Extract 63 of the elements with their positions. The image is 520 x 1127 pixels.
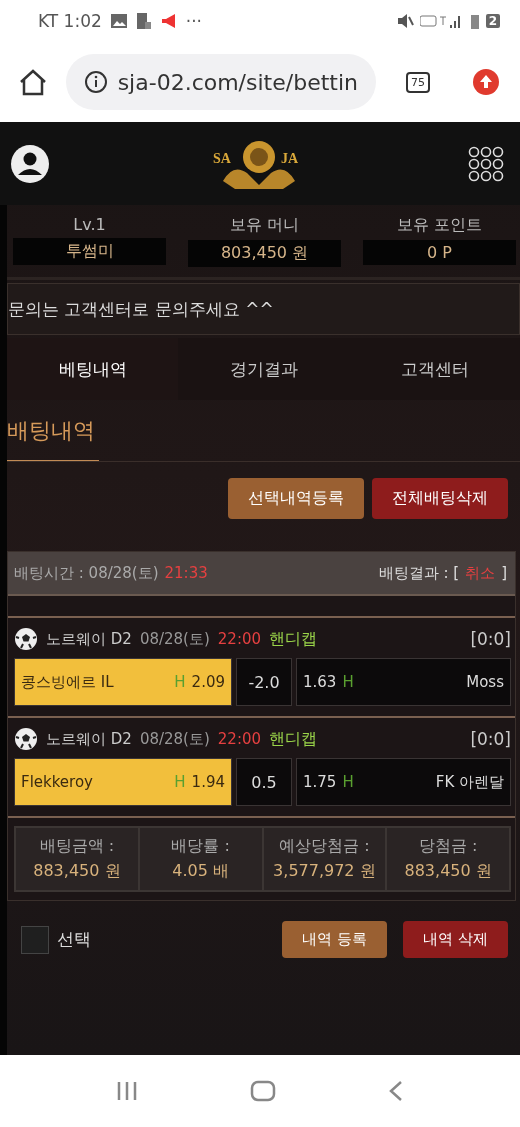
soccer-ball-icon	[14, 727, 38, 751]
select-checkbox[interactable]	[21, 925, 49, 954]
summary-label: 배당률 :	[171, 836, 230, 857]
summary-value: 883,450 원	[33, 861, 121, 882]
away-odds-cell[interactable]: 1.63 H Moss	[296, 658, 511, 706]
tab-count[interactable]: 75	[406, 71, 430, 93]
image-icon	[109, 13, 128, 29]
status-time: KT 1:02	[38, 11, 102, 31]
match-score: [0:0]	[470, 729, 511, 749]
notification-icon	[135, 12, 152, 30]
league-name: 노르웨이 D2	[46, 729, 132, 749]
info-icon	[84, 70, 108, 94]
home-odds-cell[interactable]: Flekkeroy H 1.94	[14, 758, 232, 806]
stat-value: 투썸미	[13, 238, 166, 265]
notice-text: 문의는 고객센터로 문의주세요 ^^	[8, 297, 274, 321]
home-icon[interactable]	[18, 68, 48, 96]
mute-icon	[395, 13, 414, 29]
checkbox-label: 선택	[57, 928, 92, 951]
delete-all-button[interactable]: 전체배팅삭제	[372, 478, 508, 519]
more-notifications: ···	[185, 11, 202, 31]
logo: SA JA	[213, 132, 305, 195]
match-time: 22:00	[217, 730, 262, 748]
bet-result: 취소	[465, 563, 496, 583]
home-button-icon[interactable]	[250, 1080, 276, 1102]
match-date: 08/28(토)	[139, 629, 210, 649]
page-title: 배팅내역	[7, 416, 99, 462]
match-date: 08/28(토)	[139, 729, 210, 749]
register-button[interactable]: 선택내역등록	[228, 478, 364, 519]
menu-icon[interactable]	[468, 145, 504, 182]
nav-tab[interactable]: 고객센터	[349, 338, 520, 400]
home-odds-cell[interactable]: 콩스빙에르 IL H 2.09	[14, 658, 232, 706]
stat-label: 보유 머니	[229, 215, 300, 236]
market-type: 핸디캡	[269, 728, 318, 750]
nav-tab[interactable]: 베팅내역	[7, 338, 178, 400]
bet-result-label: 배팅결과 : [	[378, 563, 460, 583]
battery-icon	[469, 13, 480, 29]
summary-value: 883,450 원	[404, 861, 492, 882]
address-field[interactable]: sja-02.com/site/bettin	[66, 54, 376, 110]
bet-time: 21:33	[164, 564, 208, 582]
sim-badge: 2	[485, 14, 500, 28]
soccer-ball-icon	[14, 627, 38, 651]
bracket: ]	[501, 564, 507, 582]
summary-label: 배팅금액 :	[39, 836, 115, 857]
summary-label: 당첨금 :	[418, 836, 478, 857]
stat-label: 보유 포인트	[396, 215, 483, 236]
market-type: 핸디캡	[269, 628, 318, 650]
stat-value: 803,450 원	[188, 240, 341, 267]
stat-value: 0 P	[363, 240, 516, 265]
nav-tab[interactable]: 경기결과	[178, 338, 349, 400]
bet-time-label: 배팅시간 : 08/28(토)	[14, 563, 159, 583]
stat-label: Lv.1	[73, 215, 106, 234]
delete-button[interactable]: 내역 삭제	[403, 921, 508, 958]
match-time: 22:00	[217, 630, 262, 648]
megaphone-icon	[159, 13, 178, 29]
summary-value: 3,577,972 원	[273, 861, 376, 882]
user-icon[interactable]	[10, 143, 50, 184]
league-name: 노르웨이 D2	[46, 629, 132, 649]
match-score: [0:0]	[470, 629, 511, 649]
register-button[interactable]: 내역 등록	[282, 921, 388, 958]
away-odds-cell[interactable]: 1.75 H FK 아렌달	[296, 758, 511, 806]
summary-label: 예상당첨금 :	[279, 836, 370, 857]
summary-value: 4.05 배	[172, 861, 229, 882]
upload-icon[interactable]	[472, 68, 500, 96]
